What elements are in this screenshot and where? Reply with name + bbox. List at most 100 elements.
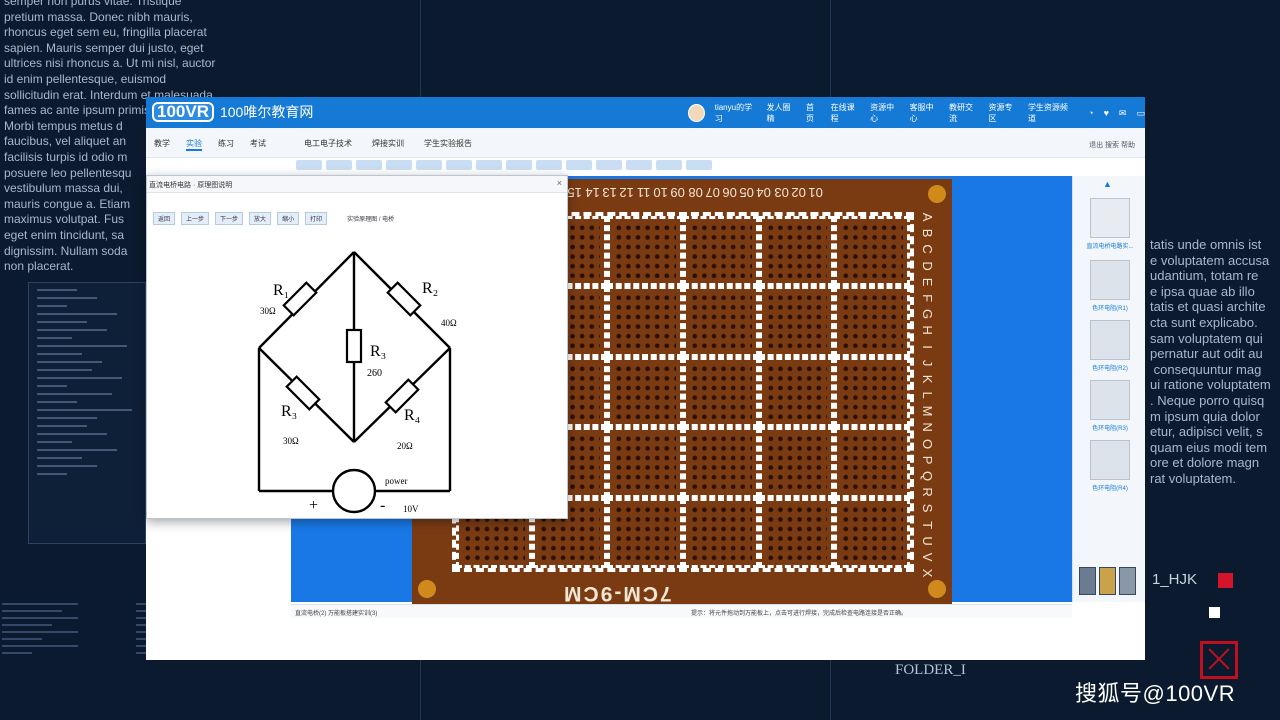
- hole-cell[interactable]: [683, 497, 759, 568]
- tab-electronics[interactable]: 电工电子技术: [304, 138, 352, 149]
- hole-cell[interactable]: [758, 497, 835, 568]
- chip[interactable]: [506, 160, 532, 170]
- top-bar: 100VR 100唯尔教育网 tianyu的学习 发人圈精 首页 在线课程 资源…: [146, 97, 1145, 128]
- solder-holes: [841, 223, 903, 280]
- scroll-up-icon[interactable]: ▲: [1103, 179, 1112, 189]
- hole-cell[interactable]: [834, 356, 910, 428]
- window-icon[interactable]: ▭: [1136, 108, 1145, 119]
- back-button[interactable]: 返回: [153, 211, 176, 225]
- chip[interactable]: [626, 160, 652, 170]
- next-button[interactable]: 下一步: [215, 211, 244, 225]
- mail-icon[interactable]: ✉: [1119, 108, 1127, 119]
- heart-icon[interactable]: ♥: [1104, 108, 1109, 119]
- subnav-actions[interactable]: 退出 搜索 帮助: [1089, 140, 1135, 150]
- avatar[interactable]: [688, 104, 705, 122]
- sidebar-item-board[interactable]: 直流电桥电路实...: [1084, 198, 1136, 250]
- print-button[interactable]: 打印: [305, 211, 328, 225]
- top-link-service[interactable]: 客服中心: [910, 102, 939, 124]
- chip[interactable]: [596, 160, 622, 170]
- hole-cell[interactable]: [683, 427, 759, 498]
- solder-wire-icon[interactable]: [1099, 567, 1116, 595]
- hole-cell[interactable]: [834, 497, 910, 568]
- prev-button[interactable]: 上一步: [181, 211, 210, 225]
- sidebar-item-r3[interactable]: 色环电阻(R3): [1084, 380, 1136, 432]
- bell-icon[interactable]: ◔: [1088, 108, 1093, 119]
- column-number: 02: [791, 185, 806, 200]
- component-sidebar: ▲ 直流电桥电路实... 色环电阻(R1) 色环电阻(R2) 色环电阻(R3) …: [1072, 176, 1145, 602]
- hole-cell[interactable]: [758, 216, 835, 287]
- tab-teach[interactable]: 教学: [154, 138, 170, 151]
- tool-tray: [1079, 567, 1136, 595]
- circuit-dialog: 直流电桥电路 · 原理图说明 × 返回 上一步 下一步 放大 缩小 打印 实验原…: [146, 175, 568, 519]
- hole-cell[interactable]: [607, 216, 683, 287]
- hole-cell[interactable]: [834, 286, 910, 357]
- hole-cell[interactable]: [834, 427, 910, 498]
- top-link-courses[interactable]: 在线课程: [831, 102, 860, 124]
- sidebar-item-r2[interactable]: 色环电阻(R2): [1084, 320, 1136, 372]
- user-menu[interactable]: tianyu的学习: [715, 102, 757, 124]
- logo[interactable]: 100VR 100唯尔教育网: [152, 101, 313, 123]
- sidebar-item-r4[interactable]: 色环电阻(R4): [1084, 440, 1136, 492]
- dialog-toolbar: 返回 上一步 下一步 放大 缩小 打印 实验原理图 / 电桥: [147, 211, 567, 225]
- hole-cell[interactable]: [758, 286, 835, 357]
- tab-practice[interactable]: 练习: [218, 138, 234, 151]
- top-link-student[interactable]: 学生资源频道: [1028, 102, 1072, 124]
- chip[interactable]: [446, 160, 472, 170]
- tab-report[interactable]: 学生实验报告: [424, 138, 472, 149]
- chip[interactable]: [686, 160, 712, 170]
- sidebar-item-label: 色环电阻(R2): [1092, 366, 1128, 372]
- tab-welding[interactable]: 焊接实训: [372, 138, 404, 149]
- multimeter-icon[interactable]: [1119, 567, 1136, 595]
- resistor-thumbnail: [1090, 440, 1130, 480]
- top-link-home[interactable]: 首页: [806, 102, 821, 124]
- chip[interactable]: [356, 160, 382, 170]
- zoom-out-button[interactable]: 缩小: [277, 211, 300, 225]
- hole-cell[interactable]: [607, 286, 683, 357]
- row-letter: G: [920, 309, 936, 320]
- zoom-in-button[interactable]: 放大: [249, 211, 272, 225]
- top-link-resources[interactable]: 资源中心: [870, 102, 899, 124]
- close-icon[interactable]: ×: [557, 178, 562, 188]
- chip[interactable]: [566, 160, 592, 170]
- logo-mark: 100VR: [152, 102, 214, 122]
- hole-cell[interactable]: [683, 216, 759, 287]
- sidebar-item-label: 色环电阻(R1): [1092, 306, 1128, 312]
- hole-cell[interactable]: [607, 356, 683, 428]
- label-r5: R₃: [281, 403, 297, 420]
- hole-cell[interactable]: [758, 427, 835, 498]
- hole-cell[interactable]: [683, 286, 759, 357]
- dialog-titlebar[interactable]: 直流电桥电路 · 原理图说明 ×: [147, 176, 567, 193]
- chip[interactable]: [326, 160, 352, 170]
- top-link-zone[interactable]: 资源专区: [988, 102, 1017, 124]
- solder-holes: [614, 363, 676, 421]
- chip[interactable]: [416, 160, 442, 170]
- top-nav: tianyu的学习 发人圈精 首页 在线课程 资源中心 客服中心 教研交流 资源…: [688, 102, 1145, 124]
- row-letter: H: [920, 325, 936, 336]
- top-link-research[interactable]: 教研交流: [949, 102, 978, 124]
- folder-label: FOLDER_I: [895, 662, 966, 678]
- row-letter: T: [920, 520, 936, 529]
- close-box-icon[interactable]: [1200, 641, 1238, 679]
- chip[interactable]: [476, 160, 502, 170]
- hole-cell[interactable]: [607, 497, 683, 568]
- hole-cell[interactable]: [834, 216, 910, 287]
- hole-cell[interactable]: [758, 356, 835, 428]
- board-size-label: 7CM-9CM: [562, 582, 672, 605]
- chip[interactable]: [386, 160, 412, 170]
- sidebar-item-r1[interactable]: 色环电阻(R1): [1084, 260, 1136, 312]
- column-number: 06: [722, 185, 737, 200]
- chip[interactable]: [296, 160, 322, 170]
- tab-exam[interactable]: 考试: [250, 138, 266, 151]
- top-link-circle[interactable]: 发人圈精: [766, 102, 795, 124]
- value-r4: 20Ω: [397, 441, 413, 451]
- chip[interactable]: [536, 160, 562, 170]
- hole-cell[interactable]: [683, 356, 759, 428]
- solder-holes: [841, 363, 903, 421]
- row-letter: L: [920, 391, 936, 399]
- hole-cell[interactable]: [607, 427, 683, 498]
- solder-holes: [690, 504, 752, 561]
- soldering-iron-icon[interactable]: [1079, 567, 1096, 595]
- chip[interactable]: [656, 160, 682, 170]
- row-letter: I: [920, 344, 936, 349]
- tab-experiment[interactable]: 实验: [186, 138, 202, 151]
